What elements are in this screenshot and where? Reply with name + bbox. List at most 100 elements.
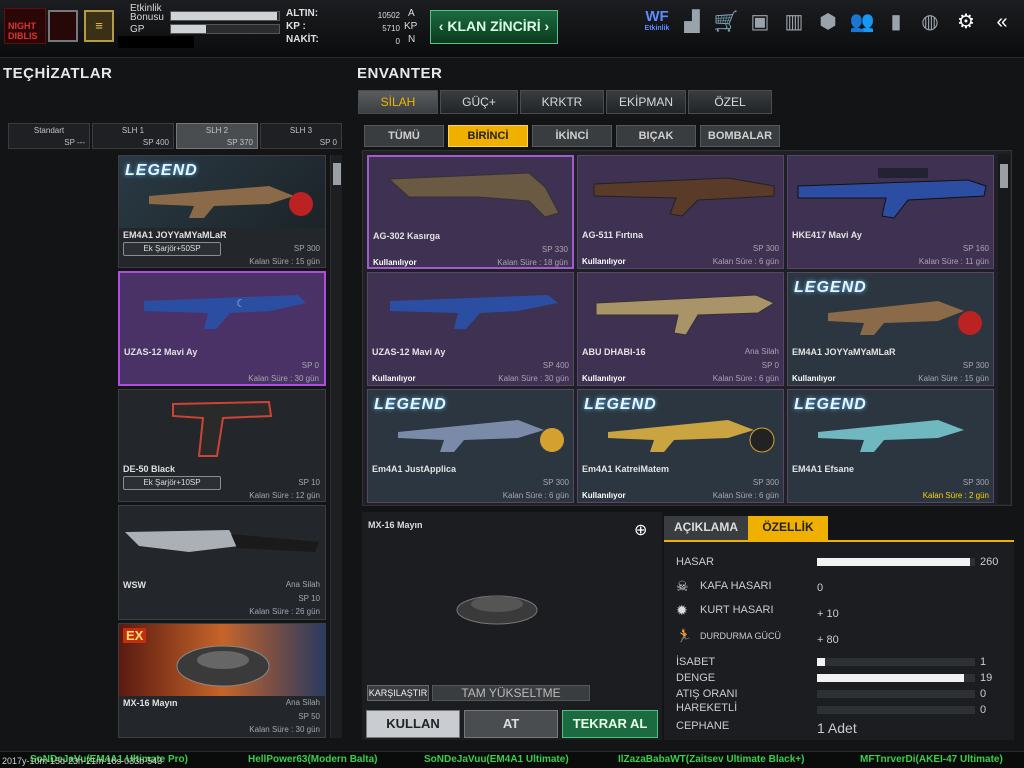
equipped-knife-card[interactable]: WSW Ana Silah SP 10 Kalan Süre : 26 gün <box>118 505 326 620</box>
weapon-image <box>119 506 325 578</box>
stat-accuracy-label: İSABET <box>676 656 716 668</box>
back-arrow-icon[interactable]: « <box>988 8 1016 36</box>
tab-power[interactable]: GÜÇ+ <box>440 90 518 114</box>
loadout-tab-slh2[interactable]: SLH 2 SP 370 <box>176 123 258 149</box>
tab-description[interactable]: AÇIKLAMA <box>664 516 748 540</box>
inventory-item[interactable]: LEGEND Em4A1 JustApplica SP 300 Kalan Sü… <box>367 389 574 503</box>
subtab-secondary[interactable]: İKİNCİ <box>532 125 612 147</box>
item-name: Em4A1 KatreiMatem <box>582 464 670 474</box>
loadout-tab-slh3[interactable]: SLH 3 SP 0 <box>260 123 342 149</box>
inventory-item[interactable]: AG-511 Fırtına SP 300 Kullanılıyor Kalan… <box>577 155 784 269</box>
stats-panel: HASAR 260 ☠ KAFA HASARI 0 ✹ KURT HASARI … <box>664 540 1014 740</box>
extra-mag-button[interactable]: Ek Şarjör+10SP <box>123 476 221 490</box>
left-scrollbar[interactable] <box>330 155 342 738</box>
loadout-tab-slh1[interactable]: SLH 1 SP 400 <box>92 123 174 149</box>
weapon-sp: SP 0 <box>301 361 319 370</box>
weapon-name: DE-50 Black <box>123 464 176 474</box>
equipped-pistol-card[interactable]: DE-50 Black Ek Şarjör+10SP SP 10 Kalan S… <box>118 389 326 502</box>
globe-icon[interactable]: ◍ <box>916 8 944 36</box>
extra-mag-button[interactable]: Ek Şarjör+50SP <box>123 242 221 256</box>
stat-mobility-bar <box>817 706 975 714</box>
scroll-thumb[interactable] <box>1000 164 1008 188</box>
full-upgrade-button[interactable]: TAM YÜKSELTME <box>432 685 590 701</box>
item-name: HKE417 Mavi Ay <box>792 230 862 240</box>
item-time: Kalan Süre : 11 gün <box>918 257 989 266</box>
weapon-time: Kalan Süre : 12 gün <box>249 491 320 500</box>
zoom-icon[interactable]: ⊕ <box>634 520 647 540</box>
item-name: EM4A1 Efsane <box>792 464 855 474</box>
item-sp: SP 300 <box>752 478 779 487</box>
tab-special[interactable]: ÖZEL <box>688 90 772 114</box>
stat-stop-label: DURDURMA GÜCÜ <box>700 631 781 641</box>
item-name: EM4A1 JOYYaMYaMLaR <box>792 347 896 357</box>
tab-equipment[interactable]: EKİPMAN <box>606 90 686 114</box>
inventory-item[interactable]: HKE417 Mavi Ay SP 160 Kalan Süre : 11 gü… <box>787 155 994 269</box>
stats-icon[interactable]: ▮ <box>882 8 910 36</box>
stat-firerate-bar <box>817 690 975 698</box>
skull-icon: ☠ <box>676 578 689 594</box>
inventory-item[interactable]: ABU DHABI-16 Ana Silah SP 0 Kullanılıyor… <box>577 272 784 386</box>
inventory-item[interactable]: AG-302 Kasırga SP 330 Kullanılıyor Kalan… <box>367 155 574 269</box>
item-slot: Ana Silah <box>744 347 779 356</box>
event-icon[interactable]: WF Etkinlik <box>642 8 672 38</box>
drop-button[interactable]: AT <box>464 710 558 738</box>
equipped-primary-card[interactable]: LEGEND EM4A1 JOYYaMYaMLaR Ek Şarjör+50SP… <box>118 155 326 268</box>
weapon-name: MX-16 Mayın <box>123 698 178 708</box>
inventory-scrollbar[interactable] <box>998 154 1010 504</box>
subtab-all[interactable]: TÜMÜ <box>364 125 444 147</box>
item-sp: SP 330 <box>541 245 568 254</box>
top-bar: NIGHT DIBLIS ≡ Etkinlik Bonusu GP ALTIN:… <box>0 0 1024 58</box>
stat-ammo-value: 1 Adet <box>817 720 857 736</box>
equipped-secondary-card[interactable]: ☾ UZAS-12 Mavi Ay SP 0 Kalan Süre : 30 g… <box>118 271 326 386</box>
inventory-item[interactable]: LEGEND Em4A1 KatreiMatem SP 300 Kullanıl… <box>577 389 784 503</box>
pistol-icon <box>172 400 273 457</box>
stat-balance-label: DENGE <box>676 672 716 684</box>
shop-cart-icon[interactable]: 🛒 <box>712 8 740 36</box>
tab-character[interactable]: KRKTR <box>520 90 604 114</box>
rebuy-button[interactable]: TEKRAR AL <box>562 710 658 738</box>
cash-unit: N <box>408 34 416 45</box>
item-status: Kullanılıyor <box>582 491 626 500</box>
subtab-primary[interactable]: BİRİNCİ <box>448 125 528 147</box>
tab-weapon[interactable]: SİLAH <box>358 90 438 114</box>
weapon-name: WSW <box>123 580 146 590</box>
debug-timestamp: 2017y-10m-15d-23h-21m-16s-033b-543 <box>2 756 163 766</box>
wolf-icon: ✹ <box>676 602 688 618</box>
gear-icon[interactable]: ⚙ <box>952 8 980 36</box>
use-button[interactable]: KULLAN <box>366 710 460 738</box>
equipped-grenade-card[interactable]: EX MX-16 Mayın Ana Silah SP 50 Kalan Sür… <box>118 623 326 738</box>
stat-accuracy-value: 1 <box>980 656 987 668</box>
inventory-item[interactable]: UZAS-12 Mavi Ay SP 400 Kullanılıyor Kala… <box>367 272 574 386</box>
stat-firerate-label: ATIŞ ORANI <box>676 688 738 700</box>
svg-text:☾: ☾ <box>236 298 246 310</box>
box-icon[interactable]: ⬢ <box>814 8 842 36</box>
ex-badge: EX <box>123 628 147 643</box>
item-status: Kullanılıyor <box>582 374 626 383</box>
item-name: Em4A1 JustApplica <box>372 464 457 474</box>
clan-chain-button[interactable]: ‹ KLAN ZİNCİRİ › <box>430 10 558 44</box>
inventory-case-icon[interactable]: ▣ <box>746 8 774 36</box>
subtab-knife[interactable]: BIÇAK <box>616 125 696 147</box>
weapon-name: EM4A1 JOYYaMYaMLaR <box>123 230 227 240</box>
compare-button[interactable]: KARŞILAŞTIR <box>367 685 429 701</box>
gold-unit: A <box>408 8 415 19</box>
subtab-grenades[interactable]: BOMBALAR <box>700 125 780 147</box>
tab-properties[interactable]: ÖZELLİK <box>748 516 828 540</box>
stat-accuracy-bar <box>817 658 975 666</box>
weapon-time: Kalan Süre : 30 gün <box>249 725 320 734</box>
ticker-item: MFTnrverDi(AKEI-47 Ultimate) <box>860 754 1003 765</box>
stat-wolf-value: + 10 <box>817 608 839 620</box>
shotgun-icon <box>390 295 558 329</box>
player-name-redacted <box>118 36 194 48</box>
scroll-thumb[interactable] <box>333 163 341 185</box>
item-time: Kalan Süre : 6 gün <box>502 491 569 500</box>
ranking-icon[interactable]: ▟ <box>678 8 706 36</box>
loadout-tab-standart[interactable]: Standart SP --- <box>8 123 90 149</box>
cards-icon[interactable]: ▥ <box>780 8 808 36</box>
inventory-item[interactable]: LEGEND EM4A1 Efsane SP 300 Kalan Süre : … <box>787 389 994 503</box>
mine-preview-icon <box>456 595 538 625</box>
weapon-sp: SP 300 <box>293 244 320 253</box>
friends-icon[interactable]: 👥 <box>848 8 876 36</box>
weapon-slot: Ana Silah <box>285 580 320 589</box>
inventory-item[interactable]: LEGEND EM4A1 JOYYaMYaMLaR SP 300 Kullanı… <box>787 272 994 386</box>
